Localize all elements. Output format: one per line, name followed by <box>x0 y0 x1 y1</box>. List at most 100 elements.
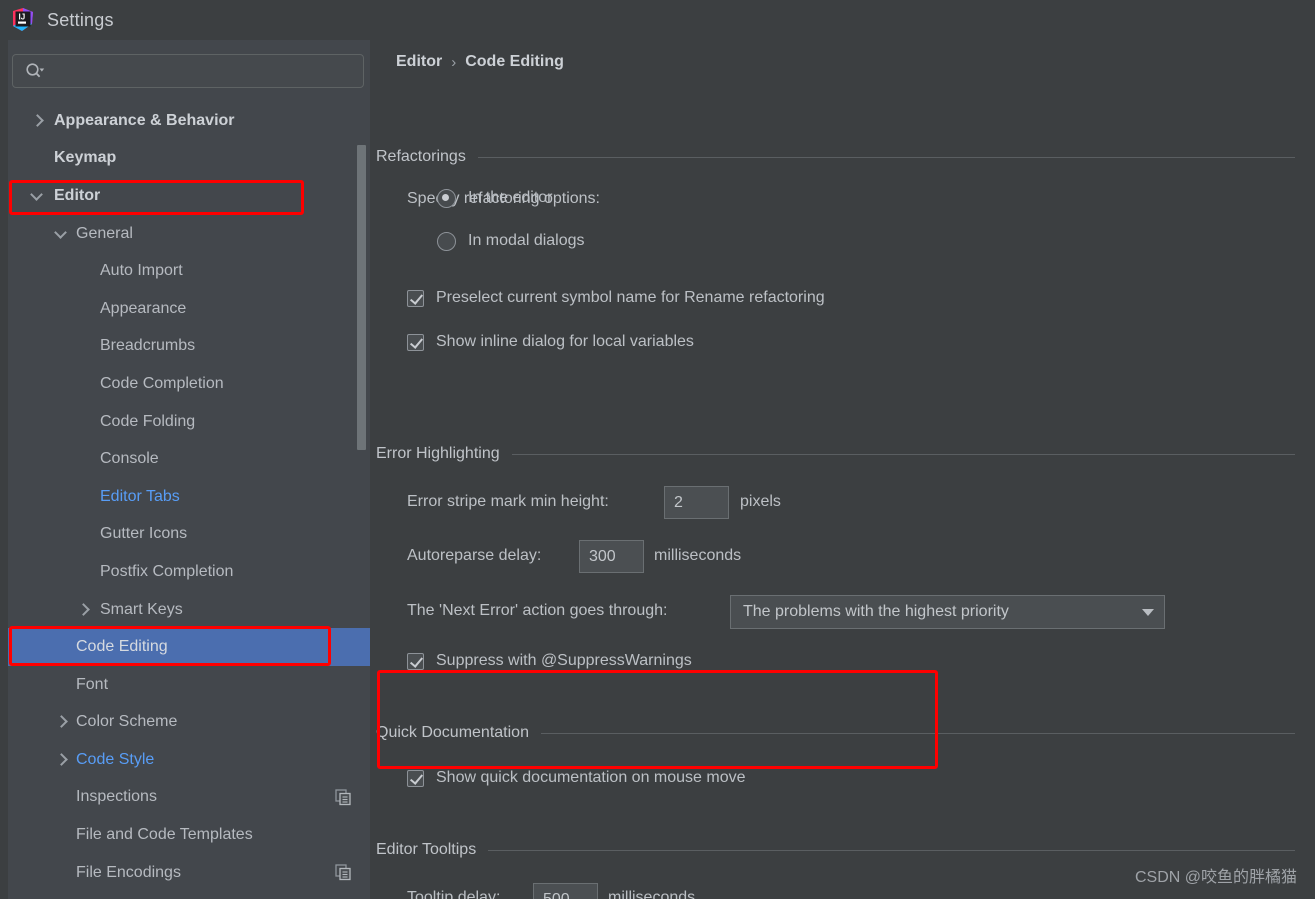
error-stripe-min-height-label: Error stripe mark min height: <box>407 493 609 510</box>
section-editor-tooltips-title: Editor Tooltips <box>376 841 477 858</box>
sidebar-item-label: Color Scheme <box>76 713 178 731</box>
next-error-action-label: The 'Next Error' action goes through: <box>407 602 668 619</box>
checkbox-preselect-symbol-name-label[interactable]: Preselect current symbol name for Rename… <box>436 289 825 307</box>
sidebar-item-label: Code Folding <box>100 412 196 430</box>
checkbox-show-inline-dialog[interactable] <box>407 334 424 351</box>
sidebar-item-label: Appearance & Behavior <box>54 111 235 129</box>
chevron-down-icon[interactable] <box>30 189 44 203</box>
checkbox-show-quick-documentation-label[interactable]: Show quick documentation on mouse move <box>436 769 746 787</box>
sidebar-item-file-and-code-templates[interactable]: File and Code Templates <box>8 816 370 854</box>
sidebar-item-general[interactable]: General <box>8 215 370 253</box>
autoreparse-delay-input[interactable] <box>579 540 644 573</box>
copy-scope-icon <box>335 789 352 806</box>
section-error-highlighting-header: Error Highlighting <box>376 445 1295 463</box>
chevron-right-icon[interactable] <box>76 603 90 617</box>
tooltip-delay-label: Tooltip delay: <box>407 889 501 899</box>
radio-in-modal-dialogs-label[interactable]: In modal dialogs <box>468 232 585 250</box>
chevron-right-icon[interactable] <box>54 715 68 729</box>
sidebar-item-label: Gutter Icons <box>100 525 188 543</box>
settings-main-panel: Editor › Code Editing Refactorings Speci… <box>370 40 1315 899</box>
breadcrumb: Editor › Code Editing <box>396 53 564 71</box>
sidebar-item-label: Appearance <box>100 299 187 317</box>
chevron-down-icon[interactable] <box>54 227 68 241</box>
search-input[interactable] <box>45 63 363 79</box>
radio-in-modal-dialogs[interactable] <box>437 232 456 251</box>
sidebar-item-inspections[interactable]: Inspections <box>8 779 370 817</box>
sidebar-item-label: General <box>76 224 133 242</box>
checkbox-suppress-with-suppresswarnings[interactable] <box>407 653 424 670</box>
checkbox-preselect-symbol-name[interactable] <box>407 290 424 307</box>
sidebar-item-console[interactable]: Console <box>8 440 370 478</box>
sidebar-item-editor-tabs[interactable]: Editor Tabs <box>8 478 370 516</box>
sidebar-item-breadcrumbs[interactable]: Breadcrumbs <box>8 328 370 366</box>
sidebar-item-keymap[interactable]: Keymap <box>8 140 370 178</box>
section-refactorings-title: Refactorings <box>376 148 466 165</box>
sidebar-item-code-completion[interactable]: Code Completion <box>8 365 370 403</box>
sidebar-item-code-style[interactable]: Code Style <box>8 741 370 779</box>
sidebar-item-color-scheme[interactable]: Color Scheme <box>8 704 370 742</box>
breadcrumb-current: Code Editing <box>465 53 564 70</box>
sidebar-item-label: Code Style <box>76 750 155 768</box>
chevron-right-icon[interactable] <box>54 753 68 767</box>
breadcrumb-separator-icon: › <box>451 53 457 71</box>
radio-in-the-editor-label[interactable]: In the editor <box>468 189 553 207</box>
sidebar-item-label: Smart Keys <box>100 600 183 618</box>
title-bar: IJ Settings <box>0 0 1315 40</box>
error-stripe-min-height-input[interactable] <box>664 486 729 519</box>
section-divider <box>488 849 1295 851</box>
breadcrumb-parent[interactable]: Editor <box>396 53 442 71</box>
sidebar-item-font[interactable]: Font <box>8 666 370 704</box>
section-refactorings-header: Refactorings <box>376 148 1295 166</box>
tooltip-delay-input[interactable] <box>533 883 598 899</box>
tooltip-delay-unit-label: milliseconds <box>608 889 696 899</box>
section-error-highlighting-title: Error Highlighting <box>376 445 500 462</box>
settings-tree: Appearance & Behavior Keymap Editor General… <box>8 102 370 899</box>
sidebar-item-postfix-completion[interactable]: Postfix Completion <box>8 553 370 591</box>
search-icon <box>25 62 45 80</box>
sidebar-item-label: Editor Tabs <box>100 487 180 505</box>
settings-sidebar: Appearance & Behavior Keymap Editor General… <box>8 40 370 899</box>
autoreparse-delay-label: Autoreparse delay: <box>407 547 542 564</box>
sidebar-item-auto-import[interactable]: Auto Import <box>8 252 370 290</box>
copy-scope-icon <box>335 864 352 881</box>
sidebar-item-label: Font <box>76 675 109 693</box>
section-quick-documentation-header: Quick Documentation <box>376 724 1295 742</box>
sidebar-item-label: Inspections <box>76 788 157 806</box>
error-stripe-unit-label: pixels <box>740 493 781 510</box>
checkbox-show-quick-documentation[interactable] <box>407 770 424 787</box>
left-edge-strip <box>0 40 8 899</box>
checkbox-show-inline-dialog-label[interactable]: Show inline dialog for local variables <box>436 333 694 351</box>
checkbox-suppress-with-suppresswarnings-label[interactable]: Suppress with @SuppressWarnings <box>436 652 692 670</box>
intellij-idea-logo-icon: IJ <box>10 7 36 33</box>
chevron-down-icon <box>1142 608 1154 616</box>
sidebar-item-appearance[interactable]: Appearance <box>8 290 370 328</box>
section-divider <box>511 453 1295 455</box>
sidebar-item-appearance-behavior[interactable]: Appearance & Behavior <box>8 102 370 140</box>
next-error-action-dropdown[interactable]: The problems with the highest priority <box>730 595 1165 629</box>
sidebar-item-label: Code Completion <box>100 374 224 392</box>
next-error-action-value: The problems with the highest priority <box>743 603 1009 620</box>
sidebar-item-code-folding[interactable]: Code Folding <box>8 403 370 441</box>
section-quick-documentation-title: Quick Documentation <box>376 724 529 741</box>
section-divider <box>540 732 1295 734</box>
search-field-wrapper <box>12 54 364 88</box>
sidebar-item-label: File Encodings <box>76 863 181 881</box>
sidebar-item-label: Editor <box>54 186 101 204</box>
sidebar-item-file-encodings[interactable]: File Encodings <box>8 854 370 892</box>
window-title: Settings <box>47 9 114 30</box>
sidebar-item-label: Postfix Completion <box>100 562 234 580</box>
sidebar-item-label: Keymap <box>54 149 117 167</box>
sidebar-item-smart-keys[interactable]: Smart Keys <box>8 591 370 629</box>
sidebar-item-label: Breadcrumbs <box>100 337 196 355</box>
chevron-right-icon[interactable] <box>30 114 44 128</box>
sidebar-item-editor[interactable]: Editor <box>8 177 370 215</box>
section-editor-tooltips-header: Editor Tooltips <box>376 841 1295 859</box>
sidebar-item-code-editing[interactable]: Code Editing <box>8 628 370 666</box>
search-box[interactable] <box>12 54 364 88</box>
sidebar-item-gutter-icons[interactable]: Gutter Icons <box>8 516 370 554</box>
radio-in-the-editor[interactable] <box>437 189 456 208</box>
sidebar-item-label: Console <box>100 450 159 468</box>
sidebar-item-label: File and Code Templates <box>76 826 253 844</box>
section-divider <box>477 156 1295 158</box>
sidebar-item-label: Auto Import <box>100 262 183 280</box>
